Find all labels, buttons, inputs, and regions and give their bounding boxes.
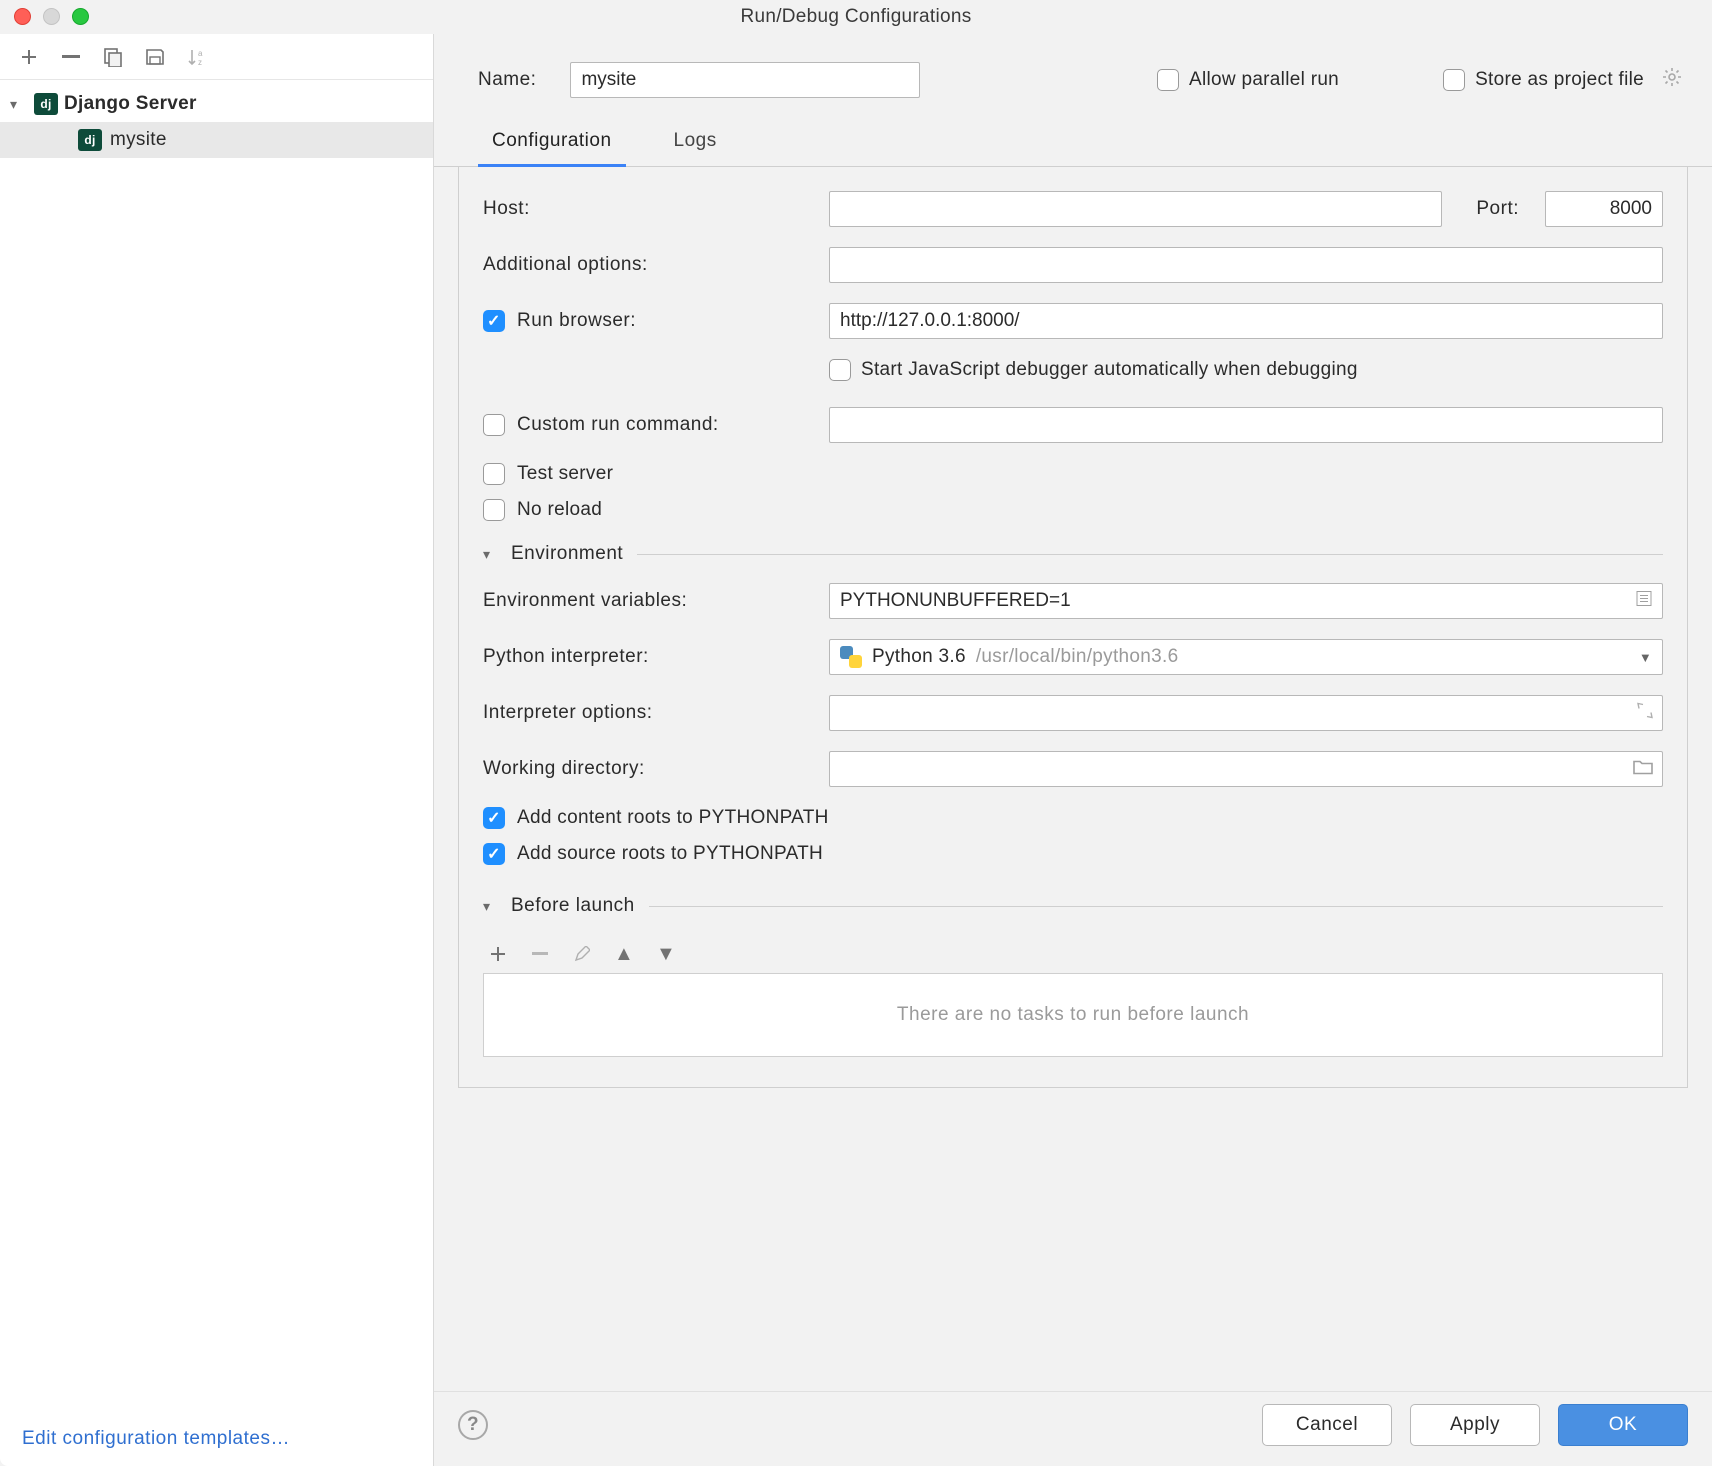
edit-templates-link[interactable]: Edit configuration templates… bbox=[22, 1428, 290, 1449]
add-source-roots-checkbox[interactable] bbox=[483, 843, 505, 865]
run-browser-label: Run browser: bbox=[517, 310, 636, 332]
add-source-roots-label: Add source roots to PYTHONPATH bbox=[517, 843, 823, 865]
no-reload-label: No reload bbox=[517, 499, 602, 521]
sort-alpha-icon[interactable]: az bbox=[186, 46, 208, 68]
checkbox-icon bbox=[829, 359, 851, 381]
test-server-label: Test server bbox=[517, 463, 613, 485]
move-up-icon[interactable]: ▲ bbox=[613, 943, 635, 965]
maximize-window-button[interactable] bbox=[72, 8, 89, 25]
django-icon: dj bbox=[34, 93, 58, 115]
interpreter-name: Python 3.6 bbox=[872, 646, 966, 668]
apply-button[interactable]: Apply bbox=[1410, 1404, 1540, 1446]
save-config-icon[interactable] bbox=[144, 46, 166, 68]
remove-config-icon[interactable] bbox=[60, 46, 82, 68]
python-interpreter-label: Python interpreter: bbox=[483, 646, 813, 668]
remove-task-icon[interactable] bbox=[529, 943, 551, 965]
store-as-project-file-checkbox[interactable]: Store as project file bbox=[1443, 67, 1682, 93]
edit-task-icon[interactable] bbox=[571, 943, 593, 965]
run-browser-checkbox[interactable] bbox=[483, 310, 505, 332]
start-js-debug-label: Start JavaScript debugger automatically … bbox=[861, 359, 1358, 381]
config-tabs: Configuration Logs bbox=[434, 120, 1712, 167]
additional-options-label: Additional options: bbox=[483, 254, 813, 276]
folder-icon[interactable] bbox=[1633, 759, 1653, 780]
window-controls bbox=[14, 8, 89, 25]
configuration-panel: Host: Port: Additional options: bbox=[458, 167, 1688, 1088]
test-server-checkbox[interactable] bbox=[483, 463, 505, 485]
port-label: Port: bbox=[1476, 198, 1519, 220]
close-window-button[interactable] bbox=[14, 8, 31, 25]
before-launch-section-header[interactable]: ▾ Before launch bbox=[483, 895, 1663, 917]
title-bar: Run/Debug Configurations bbox=[0, 0, 1712, 34]
gear-icon[interactable] bbox=[1662, 67, 1682, 93]
start-js-debugger-checkbox[interactable]: Start JavaScript debugger automatically … bbox=[829, 359, 1358, 381]
interpreter-options-input[interactable] bbox=[829, 695, 1663, 731]
ok-button[interactable]: OK bbox=[1558, 1404, 1688, 1446]
interpreter-options-label: Interpreter options: bbox=[483, 702, 813, 724]
custom-run-command-checkbox[interactable] bbox=[483, 414, 505, 436]
working-directory-input[interactable] bbox=[829, 751, 1663, 787]
svg-text:a: a bbox=[198, 49, 203, 58]
list-icon[interactable] bbox=[1635, 590, 1653, 613]
port-input[interactable] bbox=[1545, 191, 1663, 227]
environment-section-header[interactable]: ▾ Environment bbox=[483, 543, 1663, 565]
expand-icon[interactable] bbox=[1637, 703, 1653, 724]
no-reload-checkbox[interactable] bbox=[483, 499, 505, 521]
django-icon: dj bbox=[78, 129, 102, 151]
python-interpreter-select[interactable]: Python 3.6 /usr/local/bin/python3.6 ▼ bbox=[829, 639, 1663, 675]
tree-group-label: Django Server bbox=[64, 93, 197, 115]
config-tree: ▾ dj Django Server dj mysite bbox=[0, 80, 433, 1412]
name-label: Name: bbox=[478, 69, 536, 91]
before-launch-toolbar: ▲ ▼ bbox=[483, 935, 1663, 973]
custom-run-command-input bbox=[829, 407, 1663, 443]
name-row: Name: Allow parallel run Store as projec… bbox=[434, 34, 1712, 120]
tree-item-label: mysite bbox=[110, 129, 167, 151]
dialog-button-bar: ? Cancel Apply OK bbox=[434, 1391, 1712, 1466]
add-config-icon[interactable] bbox=[18, 46, 40, 68]
host-label: Host: bbox=[483, 198, 813, 220]
chevron-down-icon: ▼ bbox=[1639, 650, 1652, 665]
allow-parallel-run-checkbox[interactable]: Allow parallel run bbox=[1157, 69, 1339, 91]
before-launch-empty-text: There are no tasks to run before launch bbox=[897, 1004, 1249, 1026]
add-content-roots-checkbox[interactable] bbox=[483, 807, 505, 829]
add-task-icon[interactable] bbox=[487, 943, 509, 965]
tree-group-django-server[interactable]: ▾ dj Django Server bbox=[0, 86, 433, 122]
svg-text:z: z bbox=[198, 58, 202, 67]
env-vars-label: Environment variables: bbox=[483, 590, 813, 612]
sidebar-toolbar: az bbox=[0, 34, 433, 80]
help-button[interactable]: ? bbox=[458, 1410, 488, 1440]
configurations-sidebar: az ▾ dj Django Server dj mysite Edit con… bbox=[0, 34, 434, 1466]
copy-config-icon[interactable] bbox=[102, 46, 124, 68]
tree-item-mysite[interactable]: dj mysite bbox=[0, 122, 433, 158]
tab-logs[interactable]: Logs bbox=[660, 120, 731, 166]
tab-configuration[interactable]: Configuration bbox=[478, 120, 626, 167]
interpreter-path: /usr/local/bin/python3.6 bbox=[976, 646, 1179, 668]
chevron-down-icon: ▾ bbox=[483, 898, 497, 915]
additional-options-input[interactable] bbox=[829, 247, 1663, 283]
run-browser-input[interactable] bbox=[829, 303, 1663, 339]
chevron-down-icon: ▾ bbox=[10, 96, 28, 113]
cancel-button[interactable]: Cancel bbox=[1262, 1404, 1392, 1446]
before-launch-task-list: There are no tasks to run before launch bbox=[483, 973, 1663, 1057]
run-debug-configurations-window: Run/Debug Configurations az ▾ dj Django … bbox=[0, 0, 1712, 1466]
checkbox-icon bbox=[1443, 69, 1465, 91]
name-input[interactable] bbox=[570, 62, 920, 98]
env-vars-input[interactable] bbox=[829, 583, 1663, 619]
host-input[interactable] bbox=[829, 191, 1442, 227]
config-detail-panel: Name: Allow parallel run Store as projec… bbox=[434, 34, 1712, 1466]
allow-parallel-label: Allow parallel run bbox=[1189, 69, 1339, 91]
python-icon bbox=[840, 646, 862, 668]
move-down-icon[interactable]: ▼ bbox=[655, 943, 677, 965]
working-directory-label: Working directory: bbox=[483, 758, 813, 780]
chevron-down-icon: ▾ bbox=[483, 546, 497, 563]
checkbox-icon bbox=[1157, 69, 1179, 91]
store-as-project-label: Store as project file bbox=[1475, 69, 1644, 91]
minimize-window-button[interactable] bbox=[43, 8, 60, 25]
add-content-roots-label: Add content roots to PYTHONPATH bbox=[517, 807, 829, 829]
window-title: Run/Debug Configurations bbox=[740, 6, 971, 28]
custom-run-command-label: Custom run command: bbox=[517, 414, 719, 436]
